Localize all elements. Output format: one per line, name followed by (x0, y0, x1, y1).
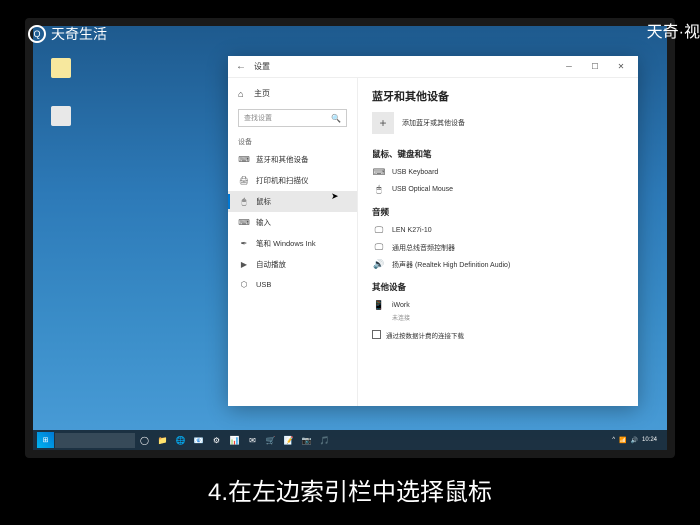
section-heading: 其他设备 (372, 281, 624, 293)
nav-icon: 🖱 (238, 197, 250, 207)
home-label: 主页 (254, 88, 270, 99)
desktop-screen[interactable]: ← 设置 ─ ☐ ✕ ⌂ 主页 查找设置 🔍 设备 ⌨ 蓝牙和其他设备 🖨 打印机和扫… (33, 26, 667, 450)
device-row[interactable]: 📱 iWork (372, 297, 624, 314)
monitor-bezel: ← 设置 ─ ☐ ✕ ⌂ 主页 查找设置 🔍 设备 ⌨ 蓝牙和其他设备 🖨 打印机和扫… (25, 18, 675, 458)
nav-label: 蓝牙和其他设备 (256, 154, 309, 165)
search-placeholder: 查找设置 (244, 113, 272, 123)
section-heading: 音频 (372, 206, 624, 218)
device-name: 扬声器 (Realtek High Definition Audio) (392, 260, 510, 270)
folder-icon (51, 58, 71, 78)
device-icon: 🖵 (372, 242, 386, 253)
add-device-button[interactable]: + 添加蓝牙或其他设备 (372, 112, 624, 134)
titlebar: ← 设置 ─ ☐ ✕ (228, 56, 638, 78)
device-row[interactable]: ⌨ USB Keyboard (372, 164, 624, 181)
nav-icon: 🖨 (238, 176, 250, 185)
logo-icon: Q (28, 25, 46, 43)
sidebar-item-1[interactable]: 🖨 打印机和扫描仪 (228, 170, 357, 191)
metered-checkbox-row[interactable]: 通过按数据计费的连接下载 (372, 330, 624, 340)
device-row[interactable]: 🖱 USB Optical Mouse (372, 181, 624, 198)
checkbox-icon[interactable] (372, 330, 381, 339)
taskbar-app-3[interactable]: 📧 (190, 432, 207, 448)
close-button[interactable]: ✕ (608, 56, 634, 77)
taskbar-app-1[interactable]: 📁 (154, 432, 171, 448)
device-row[interactable]: 🖵 LEN K27i-10 (372, 222, 624, 239)
sidebar-item-2[interactable]: 🖱 鼠标 (228, 191, 357, 212)
start-button[interactable]: ⊞ (37, 432, 54, 448)
search-input[interactable]: 查找设置 🔍 (238, 109, 347, 127)
tray-network-icon[interactable]: 📶 (619, 437, 626, 444)
nav-icon: ✒ (238, 239, 250, 248)
video-caption: 4.在左边索引栏中选择鼠标 (0, 472, 700, 507)
system-tray[interactable]: ^ 📶 🔊 10:24 (612, 437, 663, 444)
device-icon: 🖱 (372, 184, 386, 195)
checkbox-label: 通过按数据计费的连接下载 (386, 330, 464, 340)
device-row[interactable]: 🖵 通用总线音频控制器 (372, 239, 624, 256)
tray-time[interactable]: 10:24 (642, 437, 657, 443)
taskbar-app-9[interactable]: 📷 (298, 432, 315, 448)
nav-label: 打印机和扫描仪 (256, 175, 309, 186)
window-body: ⌂ 主页 查找设置 🔍 设备 ⌨ 蓝牙和其他设备 🖨 打印机和扫描仪 🖱 鼠标 ⌨ 输入 ✒ 笔和… (228, 78, 638, 406)
taskbar-app-5[interactable]: 📊 (226, 432, 243, 448)
tray-chevron-icon[interactable]: ^ (612, 437, 615, 443)
sidebar-item-0[interactable]: ⌨ 蓝牙和其他设备 (228, 149, 357, 170)
add-device-label: 添加蓝牙或其他设备 (402, 118, 465, 128)
desktop-icon-folder[interactable] (47, 58, 75, 80)
sidebar-item-5[interactable]: ▶ 自动播放 (228, 254, 357, 275)
nav-label: 输入 (256, 217, 271, 228)
taskbar-app-6[interactable]: ✉ (244, 432, 261, 448)
nav-label: 笔和 Windows Ink (256, 238, 316, 249)
window-title: 设置 (254, 61, 270, 72)
desktop-icon-file[interactable] (47, 106, 75, 128)
nav-label: 鼠标 (256, 196, 271, 207)
taskbar-app-4[interactable]: ⚙ (208, 432, 225, 448)
device-name: LEN K27i-10 (392, 227, 432, 234)
device-icon: ⌨ (372, 167, 386, 178)
plus-icon: + (372, 112, 394, 134)
device-name: USB Optical Mouse (392, 186, 453, 193)
sidebar: ⌂ 主页 查找设置 🔍 设备 ⌨ 蓝牙和其他设备 🖨 打印机和扫描仪 🖱 鼠标 ⌨ 输入 ✒ 笔和… (228, 78, 358, 406)
file-icon (51, 106, 71, 126)
sidebar-item-3[interactable]: ⌨ 输入 (228, 212, 357, 233)
settings-window: ← 设置 ─ ☐ ✕ ⌂ 主页 查找设置 🔍 设备 ⌨ 蓝牙和其他设备 🖨 打印机和扫… (228, 56, 638, 406)
device-icon: 🔊 (372, 259, 386, 270)
nav-icon: ⌨ (238, 155, 250, 164)
taskbar: ⊞ ◯📁🌐📧⚙📊✉🛒📝📷🎵 ^ 📶 🔊 10:24 (33, 430, 667, 450)
tray-volume-icon[interactable]: 🔊 (631, 437, 638, 444)
search-icon: 🔍 (331, 114, 341, 123)
nav-label: 自动播放 (256, 259, 286, 270)
taskbar-app-0[interactable]: ◯ (136, 432, 153, 448)
taskbar-app-8[interactable]: 📝 (280, 432, 297, 448)
section-heading: 鼠标、键盘和笔 (372, 148, 624, 160)
back-button[interactable]: ← (232, 61, 250, 72)
watermark-text: 天奇生活 (51, 24, 107, 44)
device-row[interactable]: 🔊 扬声器 (Realtek High Definition Audio) (372, 256, 624, 273)
taskbar-app-2[interactable]: 🌐 (172, 432, 189, 448)
device-icon: 📱 (372, 300, 386, 311)
taskbar-app-7[interactable]: 🛒 (262, 432, 279, 448)
home-icon: ⌂ (238, 89, 248, 99)
category-label: 设备 (228, 133, 357, 149)
taskbar-search[interactable] (55, 433, 135, 448)
device-name: USB Keyboard (392, 169, 438, 176)
device-name: iWork (392, 302, 410, 309)
device-name: 通用总线音频控制器 (392, 243, 455, 253)
content-pane: 蓝牙和其他设备 + 添加蓝牙或其他设备 鼠标、键盘和笔 ⌨ USB Keyboard… (358, 78, 638, 406)
nav-icon: ▶ (238, 260, 250, 269)
watermark-top-left: Q 天奇生活 (28, 24, 107, 44)
sidebar-item-6[interactable]: ⬡ USB (228, 275, 357, 294)
nav-icon: ⌨ (238, 218, 250, 227)
sidebar-item-4[interactable]: ✒ 笔和 Windows Ink (228, 233, 357, 254)
home-link[interactable]: ⌂ 主页 (228, 84, 357, 103)
watermark-top-right: 天奇·视 (647, 18, 700, 42)
page-title: 蓝牙和其他设备 (372, 88, 624, 104)
taskbar-app-10[interactable]: 🎵 (316, 432, 333, 448)
device-icon: 🖵 (372, 225, 386, 236)
maximize-button[interactable]: ☐ (582, 56, 608, 77)
device-sub: 未连接 (392, 313, 624, 322)
nav-icon: ⬡ (238, 280, 250, 289)
minimize-button[interactable]: ─ (556, 56, 582, 77)
nav-label: USB (256, 280, 271, 289)
